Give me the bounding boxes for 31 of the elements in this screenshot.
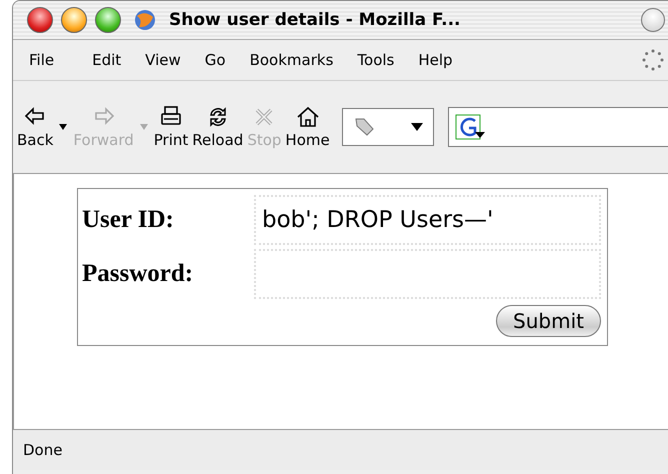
menu-item[interactable]: Edit [80, 51, 134, 69]
status-text: Done [23, 441, 62, 459]
bookmark-dropdown[interactable] [342, 108, 434, 146]
field-label: Password: [82, 259, 194, 289]
menu-item[interactable]: File [17, 51, 66, 69]
menu-item[interactable]: Help [406, 51, 465, 69]
submit-button[interactable]: Submit [496, 305, 601, 337]
field-label: User ID: [82, 205, 175, 235]
input-field[interactable] [254, 249, 601, 299]
menu-item[interactable]: Tools [345, 51, 406, 69]
caret-icon [410, 123, 423, 131]
close-button[interactable] [27, 7, 53, 33]
zoom-button[interactable] [95, 7, 121, 33]
house-icon [296, 105, 320, 129]
toolbar-toggle-button[interactable] [641, 8, 665, 32]
input-field[interactable]: bob'; DROP Users—' [254, 195, 601, 245]
caret-icon[interactable] [59, 124, 68, 130]
search-engine-icon[interactable] [454, 114, 487, 140]
search-field[interactable] [448, 107, 668, 147]
menu-item[interactable]: Go [192, 51, 238, 69]
minimize-button[interactable] [61, 7, 87, 33]
print-button[interactable]: Print [152, 105, 190, 149]
menu-item[interactable]: Bookmarks [238, 51, 346, 69]
reload-button[interactable]: Reload [190, 105, 246, 149]
home-button[interactable]: Home [283, 105, 332, 149]
globe-icon [133, 8, 157, 32]
menu-item[interactable]: View [133, 51, 193, 69]
tag-icon [352, 116, 375, 138]
throbber-icon [641, 48, 665, 72]
window-title: Show user details - Mozilla F... [169, 10, 461, 30]
back-button[interactable]: Back [15, 105, 56, 149]
